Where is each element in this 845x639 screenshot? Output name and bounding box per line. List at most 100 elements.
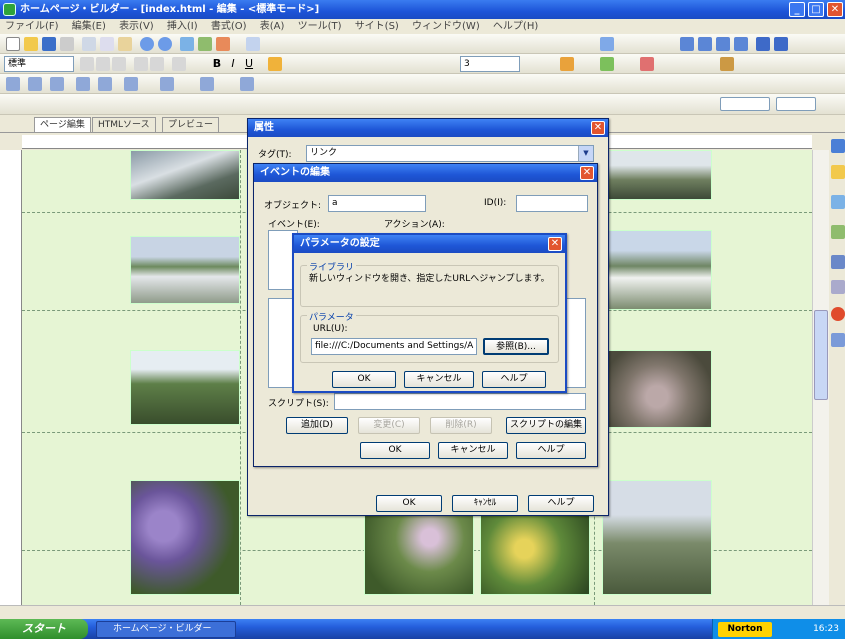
properties-cancel-button[interactable]: ｷｬﾝｾﾙ (452, 495, 518, 512)
site-icon[interactable] (774, 37, 788, 51)
close-button[interactable]: ✕ (827, 2, 843, 17)
photo-river[interactable] (130, 236, 240, 304)
print-icon[interactable] (60, 37, 74, 51)
horizontal-scrollbar[interactable] (0, 605, 845, 619)
taskbar-app-button[interactable]: ホームページ・ビルダー (96, 621, 236, 638)
font-size-select[interactable]: 3 (460, 56, 520, 72)
maximize-button[interactable]: □ (808, 2, 824, 17)
cell-props-icon[interactable] (160, 77, 174, 91)
insert-form-icon[interactable] (600, 57, 614, 71)
numbered-list-icon[interactable] (150, 57, 164, 71)
task-pane-icon-4[interactable] (831, 225, 845, 239)
view-select[interactable] (776, 97, 816, 111)
tag-select[interactable]: リンク ▼ (306, 145, 594, 162)
parameter-cancel-button[interactable]: キャンセル (404, 371, 474, 388)
task-pane-icon-5[interactable] (831, 255, 845, 269)
align-right-icon[interactable] (112, 57, 126, 71)
photo-violet-flowers[interactable] (130, 480, 240, 595)
menu-help[interactable]: ヘルプ(H) (488, 19, 543, 34)
parameter-ok-button[interactable]: OK (332, 371, 396, 388)
save-icon[interactable] (42, 37, 56, 51)
tab-html-source[interactable]: HTMLソース (92, 117, 156, 132)
open-folder-icon[interactable] (24, 37, 38, 51)
paste-icon[interactable] (118, 37, 132, 51)
change-button[interactable]: 変更(C) (358, 417, 420, 434)
task-pane-icon-2[interactable] (831, 165, 845, 179)
align-left-icon[interactable] (80, 57, 94, 71)
new-page-icon[interactable] (6, 37, 20, 51)
layout-icon-2[interactable] (698, 37, 712, 51)
frame-icon[interactable] (756, 37, 770, 51)
insert-object-icon[interactable] (560, 57, 574, 71)
task-pane-icon-8[interactable] (831, 333, 845, 347)
menu-file[interactable]: ファイル(F) (0, 19, 64, 34)
minimize-button[interactable]: _ (789, 2, 805, 17)
task-pane-icon-1[interactable] (831, 139, 845, 153)
url-field[interactable]: file:///C:/Documents and Settings/A (311, 338, 477, 355)
start-button[interactable]: スタート (0, 619, 88, 639)
browse-button[interactable]: 参照(B)... (483, 338, 549, 355)
task-pane-icon-7[interactable] (831, 307, 845, 321)
web-art-icon[interactable] (720, 57, 734, 71)
table-props-icon[interactable] (200, 77, 214, 91)
undo-icon[interactable] (140, 37, 154, 51)
tab-page-edit[interactable]: ページ編集 (34, 117, 91, 132)
indent-icon[interactable] (172, 57, 186, 71)
menu-tools[interactable]: ツール(T) (293, 19, 347, 34)
photo-snowfield[interactable] (602, 150, 712, 200)
layout-icon-1[interactable] (680, 37, 694, 51)
preview-icon[interactable] (246, 37, 260, 51)
photo-meadow[interactable] (130, 350, 240, 425)
photo-snowy-slope[interactable] (602, 230, 712, 310)
event-ok-button[interactable]: OK (360, 442, 430, 459)
properties-ok-button[interactable]: OK (376, 495, 442, 512)
copy-icon[interactable] (100, 37, 114, 51)
object-field[interactable]: a (328, 195, 426, 212)
parameter-help-button[interactable]: ヘルプ (482, 371, 546, 388)
layout-icon-4[interactable] (734, 37, 748, 51)
event-help-button[interactable]: ヘルプ (516, 442, 586, 459)
event-cancel-button[interactable]: キャンセル (438, 442, 508, 459)
photo-stream[interactable] (130, 150, 240, 200)
link-icon[interactable] (216, 37, 230, 51)
redo-icon[interactable] (158, 37, 172, 51)
insert-effect-icon[interactable] (640, 57, 654, 71)
event-close-button[interactable]: ✕ (580, 166, 594, 180)
vertical-scrollbar[interactable] (812, 150, 829, 605)
cell-align-icon[interactable] (124, 77, 138, 91)
insert-table-icon[interactable] (6, 77, 20, 91)
border-icon[interactable] (240, 77, 254, 91)
scroll-thumb[interactable] (814, 310, 828, 400)
table-icon[interactable] (198, 37, 212, 51)
font-color-icon[interactable] (268, 57, 282, 71)
align-center-icon[interactable] (96, 57, 110, 71)
properties-help-button[interactable]: ヘルプ (528, 495, 594, 512)
underline-icon[interactable]: U (242, 57, 256, 71)
menu-format[interactable]: 書式(O) (206, 19, 252, 34)
insert-row-icon[interactable] (28, 77, 42, 91)
insert-column-icon[interactable] (50, 77, 64, 91)
zoom-select[interactable] (720, 97, 770, 111)
menu-edit[interactable]: 編集(E) (67, 19, 111, 34)
parameter-close-button[interactable]: ✕ (548, 237, 562, 251)
list-icon[interactable] (134, 57, 148, 71)
task-pane-icon-3[interactable] (831, 195, 845, 209)
italic-icon[interactable]: I (226, 57, 240, 71)
cut-icon[interactable] (82, 37, 96, 51)
properties-close-button[interactable]: ✕ (591, 121, 605, 135)
delete-button[interactable]: 削除(R) (430, 417, 492, 434)
script-edit-button[interactable]: スクリプトの編集 (506, 417, 586, 434)
script-field[interactable] (334, 393, 586, 410)
split-cells-icon[interactable] (98, 77, 112, 91)
photo-rock-flowers[interactable] (602, 350, 712, 428)
merge-cells-icon[interactable] (76, 77, 90, 91)
photo-hiker[interactable] (602, 480, 712, 595)
tab-preview[interactable]: プレビュー (162, 117, 220, 132)
menu-insert[interactable]: 挿入(I) (162, 19, 203, 34)
menu-site[interactable]: サイト(S) (350, 19, 404, 34)
layout-icon-3[interactable] (716, 37, 730, 51)
norton-tray-icon[interactable]: Norton (718, 622, 772, 637)
image-icon[interactable] (180, 37, 194, 51)
menu-view[interactable]: 表示(V) (114, 19, 159, 34)
menu-window[interactable]: ウィンドウ(W) (407, 19, 485, 34)
